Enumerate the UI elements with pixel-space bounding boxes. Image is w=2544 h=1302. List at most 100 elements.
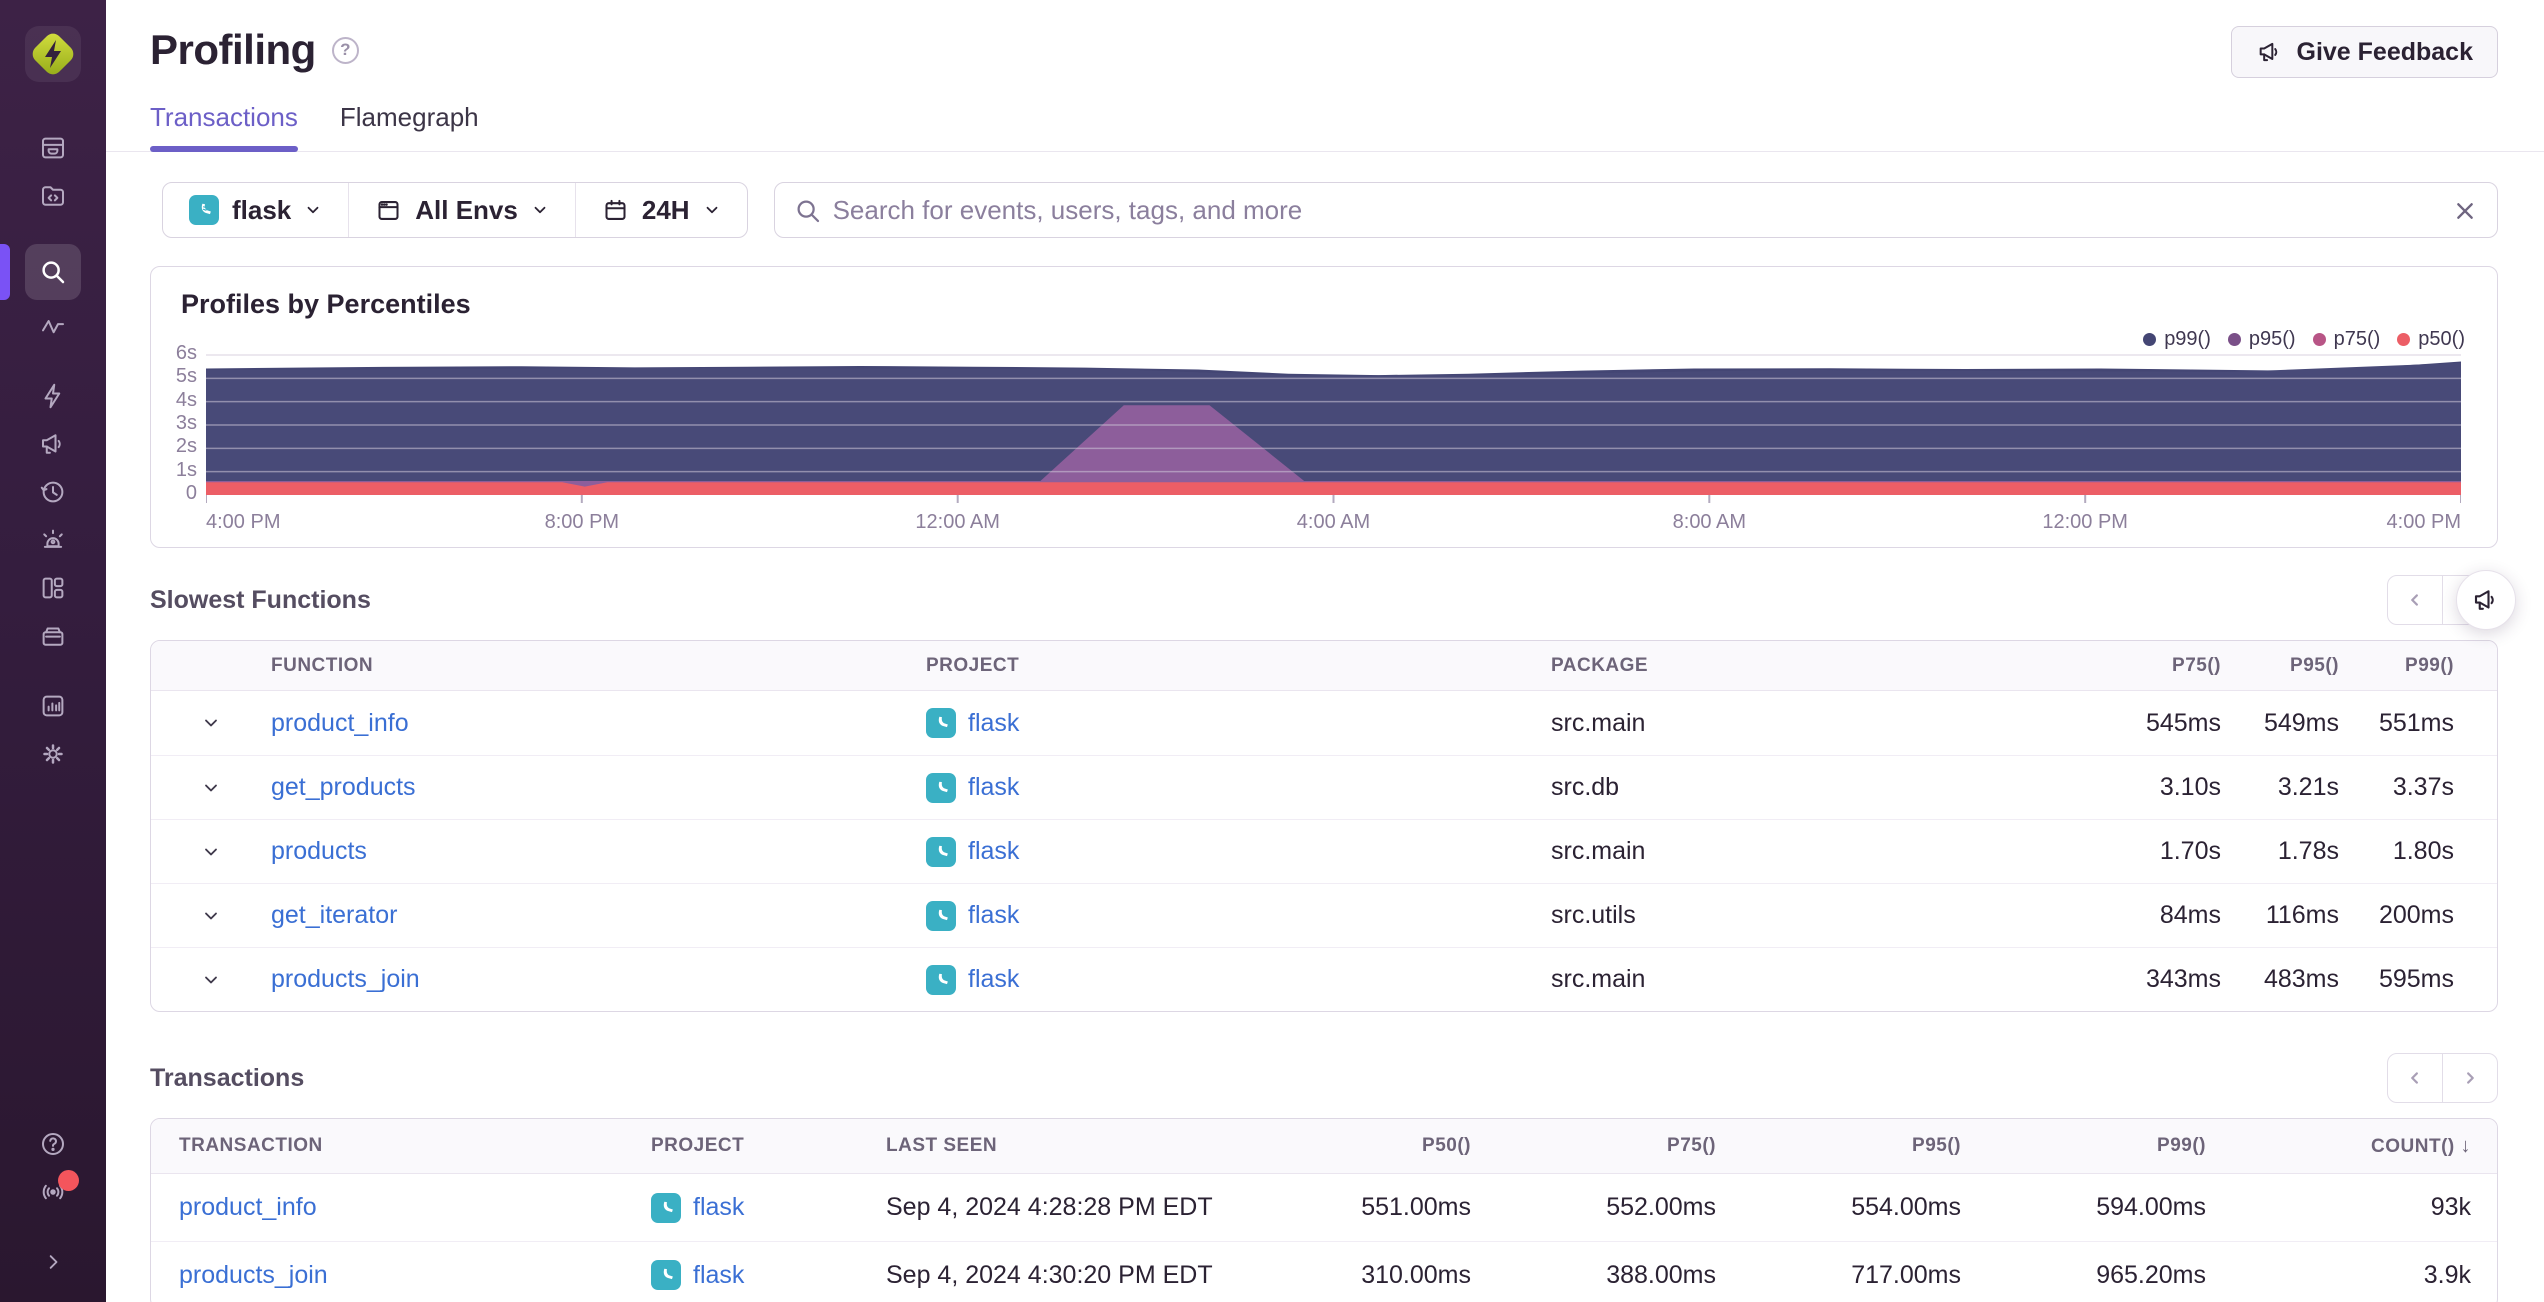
sort-desc-arrow: ↓ <box>2460 1134 2471 1157</box>
table-row: product_info flask Sep 4, 2024 4:28:28 P… <box>151 1174 2497 1241</box>
expand-row-button[interactable] <box>192 769 230 807</box>
sidebar-item-archive[interactable] <box>25 614 81 658</box>
sidebar-item-explore-active[interactable] <box>0 244 81 300</box>
col-p50[interactable]: P50() <box>1326 1135 1471 1157</box>
sidebar-item-quickstart[interactable] <box>25 374 81 418</box>
y-axis-label: 3s <box>175 412 197 434</box>
sidebar-item-issues[interactable] <box>25 126 81 170</box>
x-axis-label: 4:00 AM <box>1296 511 1371 533</box>
sidebar-item-whats-new[interactable] <box>25 1170 81 1214</box>
project-link[interactable]: flask <box>693 1261 744 1290</box>
page-filter-group: flask All Envs 24H <box>162 182 748 238</box>
x-axis-label: 12:00 PM <box>2042 511 2128 533</box>
transactions-table: TRANSACTION PROJECT LAST SEEN P50() P75(… <box>150 1118 2498 1302</box>
tab-transactions[interactable]: Transactions <box>150 102 298 152</box>
col-transaction: TRANSACTION <box>179 1135 323 1156</box>
project-link[interactable]: flask <box>968 901 1019 930</box>
col-p75[interactable]: P75() <box>2071 655 2221 677</box>
tab-flamegraph[interactable]: Flamegraph <box>340 102 479 151</box>
project-filter-label: flask <box>232 194 292 225</box>
sidebar-item-dashboards[interactable] <box>25 566 81 610</box>
sidebar-item-projects[interactable] <box>25 174 81 218</box>
help-icon <box>42 1133 64 1155</box>
col-count-sorted[interactable]: COUNT() ↓ <box>2206 1134 2497 1158</box>
expand-row-button[interactable] <box>192 961 230 999</box>
x-axis-label: 12:00 AM <box>915 511 1000 533</box>
page-help-icon[interactable]: ? <box>331 36 359 64</box>
legend-item[interactable]: p99() <box>2143 328 2211 351</box>
project-link[interactable]: flask <box>968 773 1019 802</box>
page-title: Profiling <box>150 26 316 73</box>
col-p95[interactable]: P95() <box>2221 655 2339 677</box>
archive-box-icon <box>42 627 64 646</box>
expand-row-button[interactable] <box>192 833 230 871</box>
sidebar-item-metrics[interactable] <box>25 304 81 348</box>
environment-filter[interactable]: All Envs <box>349 183 576 237</box>
search-input[interactable] <box>832 194 2433 226</box>
prev-page-button[interactable] <box>2387 575 2443 625</box>
date-range-label: 24H <box>641 194 690 225</box>
function-link[interactable]: products <box>271 837 367 865</box>
sidebar-item-settings[interactable] <box>25 732 81 776</box>
search-icon <box>797 200 819 223</box>
chevron-left-icon <box>2411 1072 2418 1084</box>
org-logo[interactable] <box>25 26 81 82</box>
project-link[interactable]: flask <box>693 1193 744 1222</box>
col-p75[interactable]: P75() <box>1471 1135 1716 1157</box>
legend-item[interactable]: p50() <box>2397 328 2465 351</box>
flask-project-icon <box>926 836 956 867</box>
p99-value: 200ms <box>2378 901 2454 929</box>
topbar: Profiling ? Give Feedback <box>106 0 2544 78</box>
p99-value: 965.20ms <box>2096 1260 2206 1289</box>
col-p99[interactable]: P99() <box>1961 1135 2206 1157</box>
legend-item[interactable]: p95() <box>2227 328 2296 351</box>
table-row: products flask src.main 1.70s 1.78s 1.80… <box>151 819 2497 883</box>
function-link[interactable]: products_join <box>271 965 420 993</box>
y-axis-label: 4s <box>175 389 197 411</box>
sidebar-collapse-button[interactable] <box>25 1240 81 1284</box>
p75-value: 84ms <box>2159 901 2221 929</box>
stats-chart-icon <box>42 695 64 717</box>
function-link[interactable]: get_iterator <box>271 901 397 929</box>
package-cell: src.utils <box>1551 901 1636 929</box>
percentiles-chart[interactable] <box>205 349 2462 511</box>
p50-value: 310.00ms <box>1361 1260 1471 1289</box>
function-link[interactable]: get_products <box>271 773 416 801</box>
count-label: COUNT() <box>2371 1135 2455 1157</box>
col-p95[interactable]: P95() <box>1716 1135 1961 1157</box>
sidebar-item-replays[interactable] <box>25 470 81 514</box>
sidebar-item-stats[interactable] <box>25 684 81 728</box>
p95-value: 549ms <box>2263 708 2339 737</box>
clock-history-icon <box>40 481 64 503</box>
function-link[interactable]: product_info <box>271 709 409 737</box>
col-p99[interactable]: P99() <box>2339 655 2497 677</box>
project-link[interactable]: flask <box>968 837 1019 866</box>
main-content: Profiling ? Give Feedback Transactions F… <box>106 0 2544 1302</box>
col-function: FUNCTION <box>271 654 374 676</box>
feedback-widget-button[interactable] <box>2456 570 2516 630</box>
transaction-link[interactable]: product_info <box>179 1193 317 1221</box>
sidebar-item-help[interactable] <box>25 1122 81 1166</box>
sidebar-item-alerts[interactable] <box>25 518 81 562</box>
legend-item[interactable]: p75() <box>2312 328 2380 351</box>
date-range-filter[interactable]: 24H <box>576 183 747 237</box>
p75-value: 545ms <box>2145 708 2221 737</box>
transaction-link[interactable]: products_join <box>179 1261 328 1289</box>
prev-page-button[interactable] <box>2387 1053 2443 1103</box>
project-filter[interactable]: flask <box>163 183 350 237</box>
col-last-seen: LAST SEEN <box>886 1135 998 1156</box>
clear-search-icon[interactable] <box>2449 195 2481 227</box>
issues-icon <box>42 137 64 159</box>
p75-value: 1.70s <box>2159 837 2221 865</box>
give-feedback-button[interactable]: Give Feedback <box>2230 26 2498 78</box>
next-page-button[interactable] <box>2442 1053 2498 1103</box>
chevron-down-icon <box>307 206 319 214</box>
expand-row-button[interactable] <box>192 704 230 742</box>
expand-row-button[interactable] <box>192 897 230 935</box>
sidebar-item-feedback[interactable] <box>25 422 81 466</box>
project-link[interactable]: flask <box>968 709 1019 738</box>
project-link[interactable]: flask <box>968 965 1019 994</box>
p95-value: 717.00ms <box>1851 1260 1961 1289</box>
p99-value: 3.37s <box>2392 773 2454 801</box>
last-seen-cell: Sep 4, 2024 4:30:20 PM EDT <box>886 1260 1213 1289</box>
